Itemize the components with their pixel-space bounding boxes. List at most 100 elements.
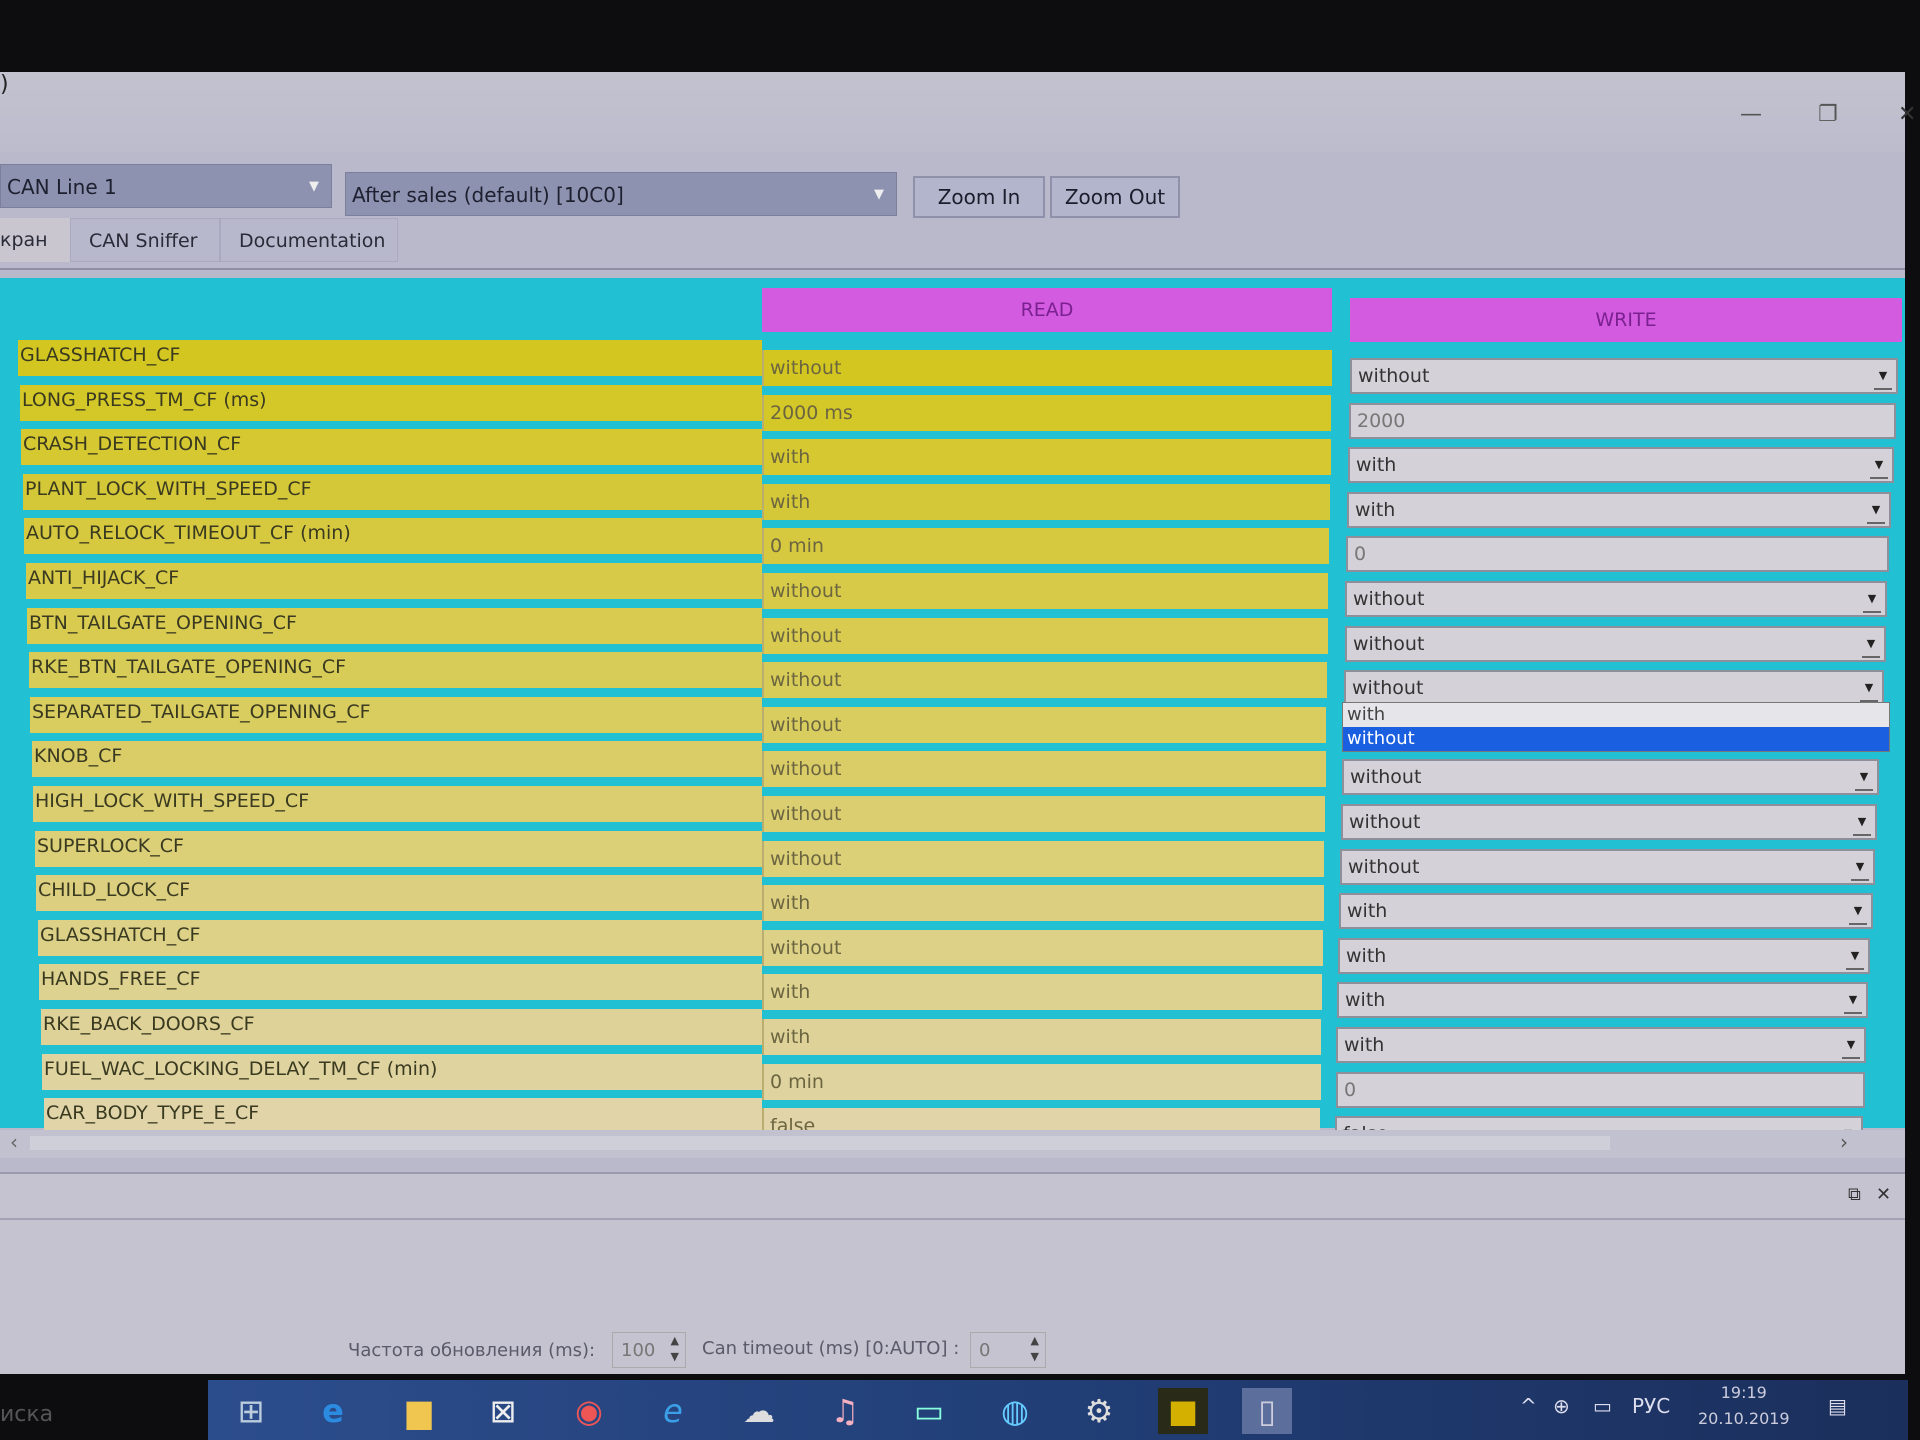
tray-chevron-up-icon[interactable]: ^ <box>1520 1394 1537 1418</box>
table-row: CAR_BODY_TYPE_E_CFfalsefalse▼ <box>0 1098 1905 1153</box>
maximize-icon[interactable]: ❐ <box>1818 102 1838 127</box>
table-row: AUTO_RELOCK_TIMEOUT_CF (min) 0 min 0 <box>0 518 1905 573</box>
table-row: RKE_BTN_TAILGATE_OPENING_CF without withou… <box>0 652 1905 707</box>
tab-bar: кран CAN Sniffer Documentation <box>0 218 1905 262</box>
diagnostic-app-icon[interactable]: ■ <box>1158 1388 1208 1434</box>
clock-date: 20.10.2019 <box>1698 1409 1790 1428</box>
session-mode-value: After sales (default) [10C0] <box>352 183 624 207</box>
close-icon[interactable]: ✕ <box>1898 102 1916 127</box>
parameter-name: SEPARATED_TAILGATE_OPENING_CF <box>30 696 762 733</box>
edge-icon[interactable]: e <box>308 1388 358 1434</box>
read-value: 2000 ms <box>762 394 1331 431</box>
can-timeout-stepper[interactable]: 0 ▲ ▼ <box>970 1332 1046 1368</box>
mail-icon[interactable]: ▭ <box>904 1388 954 1434</box>
session-mode-select[interactable]: After sales (default) [10C0] ▼ <box>345 172 897 216</box>
parameter-name: CRASH_DETECTION_CF <box>21 429 762 466</box>
dropdown-option[interactable]: without <box>1343 727 1889 752</box>
read-value: without <box>762 662 1327 699</box>
clock-time: 19:19 <box>1720 1383 1767 1402</box>
can-line-select[interactable]: CAN Line 1 ▼ <box>0 164 332 208</box>
table-row: CHILD_LOCK_CF with with ▼ <box>0 875 1905 930</box>
app-icon[interactable]: ☁ <box>734 1388 784 1434</box>
parameter-name: HANDS_FREE_CF <box>39 964 762 1001</box>
can-timeout-label: Can timeout (ms) [0:AUTO] : <box>702 1338 960 1359</box>
dropdown-option[interactable]: with <box>1343 703 1889 727</box>
read-value: with <box>762 439 1331 476</box>
table-row: HANDS_FREE_CF with with ▼ <box>0 964 1905 1019</box>
table-row: RKE_BACK_DOORS_CF with with ▼ <box>0 1009 1905 1063</box>
clock[interactable]: 19:19 20.10.2019 <box>1698 1380 1790 1432</box>
tab-can-sniffer[interactable]: CAN Sniffer <box>70 218 220 262</box>
tab-documentation[interactable]: Documentation <box>220 218 398 262</box>
parameter-name: ANTI_HIJACK_CF <box>26 563 762 599</box>
notifications-icon[interactable]: ▤ <box>1828 1394 1847 1418</box>
table-row: GLASSHATCH_CF without with ▼ <box>0 919 1905 974</box>
browser-icon[interactable]: ◍ <box>990 1388 1040 1434</box>
refresh-rate-value: 100 <box>621 1340 656 1361</box>
read-value: without <box>762 706 1326 743</box>
horizontal-scrollbar[interactable]: ‹ › <box>0 1130 1905 1158</box>
active-window-icon[interactable]: ▯ <box>1242 1388 1292 1434</box>
write-column-header: WRITE <box>1350 298 1902 342</box>
scrollbar-thumb[interactable] <box>30 1136 1610 1150</box>
network-globe-icon[interactable]: ⊕ <box>1553 1394 1570 1418</box>
table-row: FUEL_WAC_LOCKING_DELAY_TM_CF (min) 0 min 0 <box>0 1053 1905 1108</box>
read-value: with <box>762 1019 1321 1055</box>
parameter-name: HIGH_LOCK_WITH_SPEED_CF <box>33 786 762 822</box>
settings-gear-icon[interactable]: ⚙ <box>1074 1388 1124 1434</box>
can-timeout-value: 0 <box>979 1340 991 1361</box>
window-title: ) <box>0 72 9 97</box>
battery-icon[interactable]: ▭ <box>1593 1394 1612 1418</box>
chrome-icon[interactable]: ◉ <box>564 1388 614 1434</box>
table-row: CRASH_DETECTION_CF with with ▼ <box>0 429 1905 484</box>
read-value: with <box>762 885 1324 922</box>
parameter-name: FUEL_WAC_LOCKING_DELAY_TM_CF (min) <box>42 1053 762 1090</box>
read-value: without <box>762 929 1323 966</box>
dropdown-options-list: with without <box>1342 702 1890 753</box>
spin-arrows-icon[interactable]: ▲ ▼ <box>671 1333 679 1365</box>
search-box-text[interactable]: иска <box>0 1402 53 1427</box>
parameter-name: CAR_BODY_TYPE_E_CF <box>44 1098 762 1135</box>
zoom-out-button[interactable]: Zoom Out <box>1050 176 1180 218</box>
parameter-name: CHILD_LOCK_CF <box>36 875 762 912</box>
refresh-rate-label: Частота обновления (ms): <box>348 1340 596 1361</box>
store-icon[interactable]: ⊠ <box>478 1388 528 1434</box>
table-row: PLANT_LOCK_WITH_SPEED_CF with with ▼ <box>0 473 1905 528</box>
read-value: with <box>762 974 1322 1011</box>
file-explorer-icon[interactable]: ▆ <box>394 1388 444 1434</box>
scroll-right-icon[interactable]: › <box>1840 1130 1848 1154</box>
parameter-name: SUPERLOCK_CF <box>35 830 762 867</box>
config-grid: READ WRITE GLASSHATCH_CF without without ▼ L… <box>0 278 1905 1153</box>
refresh-rate-stepper[interactable]: 100 ▲ ▼ <box>612 1332 686 1368</box>
parameter-name: GLASSHATCH_CF <box>18 340 762 376</box>
tab-screen[interactable]: кран <box>0 218 70 262</box>
pin-icon[interactable]: ⧉ <box>1848 1184 1861 1205</box>
read-value: 0 min <box>762 1063 1321 1100</box>
divider <box>0 268 1905 270</box>
parameter-name: PLANT_LOCK_WITH_SPEED_CF <box>23 473 762 510</box>
title-bar: ) — ❐ ✕ <box>0 72 1916 152</box>
minimize-icon[interactable]: — <box>1740 102 1762 127</box>
music-icon[interactable]: ♫ <box>820 1388 870 1434</box>
chevron-down-icon: ▼ <box>309 179 319 194</box>
language-indicator[interactable]: РУС <box>1632 1394 1670 1418</box>
internet-explorer-icon[interactable]: e <box>648 1388 698 1434</box>
read-value: without <box>762 350 1332 386</box>
close-pane-icon[interactable]: ✕ <box>1876 1184 1891 1205</box>
read-column-header: READ <box>762 288 1332 332</box>
spin-arrows-icon[interactable]: ▲ ▼ <box>1031 1333 1039 1365</box>
zoom-in-button[interactable]: Zoom In <box>913 176 1045 218</box>
parameter-name: LONG_PRESS_TM_CF (ms) <box>20 384 762 421</box>
table-row: ANTI_HIJACK_CF without without ▼ <box>0 563 1905 617</box>
read-value: without <box>762 796 1325 832</box>
scroll-left-icon[interactable]: ‹ <box>10 1130 18 1154</box>
parameter-name: AUTO_RELOCK_TIMEOUT_CF (min) <box>24 518 762 555</box>
read-value: without <box>762 840 1324 877</box>
chevron-down-icon: ▼ <box>874 187 884 202</box>
parameter-name: KNOB_CF <box>32 741 762 778</box>
task-view-icon[interactable]: ⊞ <box>226 1388 276 1434</box>
read-value: without <box>762 617 1328 654</box>
parameter-name: RKE_BTN_TAILGATE_OPENING_CF <box>29 652 762 689</box>
read-value: without <box>762 573 1328 609</box>
read-value: with <box>762 483 1330 520</box>
